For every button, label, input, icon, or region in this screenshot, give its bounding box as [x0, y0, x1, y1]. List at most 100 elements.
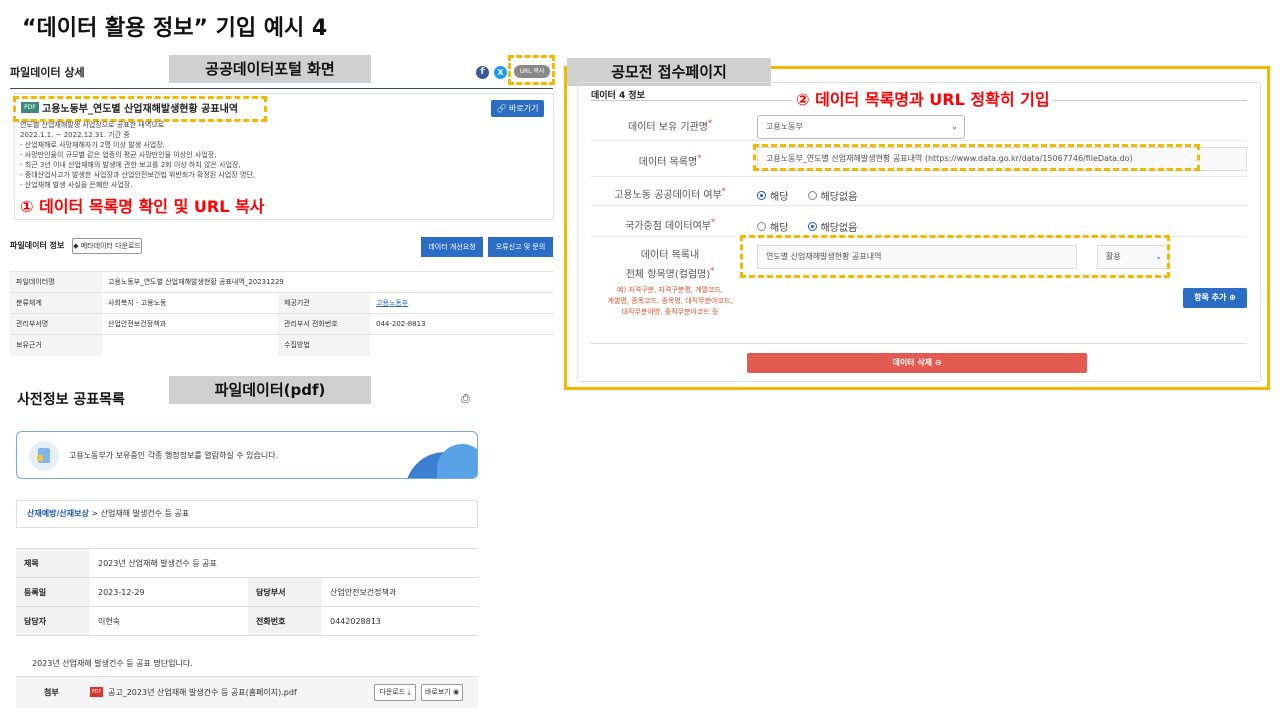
public-yes-label: 해당: [770, 192, 789, 203]
table-key: 전화번호: [248, 606, 322, 636]
org-select[interactable]: 고용노동부 ⌄: [757, 115, 965, 139]
tag-pdf: 파일데이터(pdf): [169, 376, 371, 404]
table-row: 제목 2023년 산업재해 발생건수 등 공표: [16, 548, 478, 578]
desc-line: - 사망만인율이 규모별 같은 업종의 평균 사망만인율 이상인 사업장,: [20, 151, 217, 159]
breadcrumb-link[interactable]: 산재예방/산재보상: [27, 509, 89, 518]
desc-line: - 최근 3년 이내 산업재해의 발생에 관한 보고를 2회 이상 하지 않은 …: [20, 161, 241, 169]
table-key: 담당자: [16, 606, 90, 636]
plus-circle-icon: ⊕: [1229, 293, 1236, 302]
table-key: 분류체계: [10, 292, 102, 314]
label-name: 데이터 목록명*: [638, 153, 702, 168]
goto-button[interactable]: 🔗 바로가기: [491, 100, 544, 117]
attach-label: 첨부: [44, 688, 59, 697]
x-share-icon[interactable]: X: [494, 66, 507, 79]
document-icon: [29, 441, 59, 471]
tag-icon: ◆: [73, 242, 79, 250]
desc-line: 연도별 산업재해발생 사업장으로 공표한 내역으로: [20, 121, 165, 129]
wave-decoration: [437, 444, 477, 478]
national-no-radio[interactable]: [807, 222, 817, 231]
label-items-line: 데이터 목록내: [640, 250, 700, 261]
label-items-line: 전체 항목명(컬럼명): [625, 269, 711, 281]
table-row: 분류체계 사회복지 - 고용노동 제공기관 고용노동부: [10, 292, 553, 314]
national-yes-radio[interactable]: [757, 222, 766, 231]
chevron-down-icon: ⌄: [951, 122, 958, 131]
facebook-icon[interactable]: f: [476, 66, 489, 79]
table-key: 등록일: [16, 577, 90, 607]
preview-label: 바로보기: [424, 688, 451, 696]
table-key: 제공기관: [278, 292, 370, 314]
national-yes-label: 해당: [770, 223, 789, 234]
url-copy-button[interactable]: URL 복사: [514, 65, 550, 78]
table-row: 담당자 이현숙 전화번호 0442028813: [16, 606, 478, 636]
breadcrumb: 산재예방/산재보상 > 산업재해 발생건수 등 공표: [16, 500, 478, 528]
body-text: 2023년 산업재해 발생건수 등 공표 명단입니다.: [32, 659, 193, 668]
dataset-description: 연도별 산업재해발생 사업장으로 공표한 내역으로 2022.1.1. ~ 20…: [20, 120, 360, 190]
table-value: 고용노동부_연도별 산업재해발생현황 공표내역_20231229: [102, 271, 553, 293]
table-value: 2023-12-29: [90, 577, 248, 607]
file-info-table: 파일데이터명 고용노동부_연도별 산업재해발생현황 공표내역_20231229 …: [10, 271, 553, 356]
label-org: 데이터 보유 기관명*: [628, 118, 712, 133]
attachment-row: 첨부 PDF 공고_2023년 산업재해 발생건수 등 공표(홈페이지).pdf…: [16, 676, 478, 708]
add-item-button[interactable]: 항목 추가 ⊕: [1183, 288, 1247, 308]
example-line: 대직무분야명, 중직무분야코드 등: [621, 308, 719, 316]
row-divider: [591, 176, 1247, 177]
national-no-label: 해당없음: [820, 223, 858, 234]
table-value: 이현숙: [90, 606, 248, 636]
panel-title: 파일데이터 상세: [10, 66, 85, 79]
label-name-text: 데이터 목록명: [638, 157, 698, 168]
table-value: 산업안전보건정책과: [102, 313, 278, 335]
national-radio-group: 해당 해당없음: [757, 216, 871, 235]
meta-download-button[interactable]: ◆ 메타데이터 다운로드: [72, 238, 142, 254]
desc-line: 2022.1.1. ~ 2022.12.31. 기간 중: [20, 131, 130, 139]
table-key: 보유근거: [10, 334, 102, 356]
public-no-radio[interactable]: [807, 191, 817, 200]
notice-table: 제목 2023년 산업재해 발생건수 등 공표 등록일 2023-12-29 담…: [16, 548, 478, 636]
preview-button[interactable]: 바로보기 ◉: [421, 684, 463, 701]
download-button[interactable]: 다운로드 ⤓: [374, 684, 416, 701]
print-icon[interactable]: ⎙: [461, 392, 470, 406]
meta-download-label: 메타데이터 다운로드: [80, 242, 141, 250]
report-error-button[interactable]: 오류신고 및 문의: [488, 237, 553, 257]
table-value: 산업안전보건정책과: [322, 577, 478, 607]
table-key: 담당부서: [248, 577, 322, 607]
note-step-2: ② 데이터 목록명과 URL 정확히 기입: [792, 86, 1054, 110]
breadcrumb-current: > 산업재해 발생건수 등 공표: [88, 509, 190, 518]
dataset-title: 고용노동부_연도별 산업재해발생현황 공표내역: [42, 104, 238, 115]
download-label: 다운로드: [379, 688, 406, 696]
label-national: 국가중점 데이터여부*: [625, 217, 715, 232]
table-value: 사회복지 - 고용노동: [102, 292, 278, 314]
tag-portal: 공공데이터포털 화면: [169, 55, 371, 83]
public-no-label: 해당없음: [820, 192, 858, 203]
provider-link[interactable]: 고용노동부: [370, 292, 553, 314]
row-divider: [591, 343, 1247, 344]
table-value: 2023년 산업재해 발생건수 등 공표: [90, 548, 478, 578]
desc-line: - 중대산업사고가 발생한 사업장과 산업안전보건법 위반죄가 확정된 사업장 …: [20, 171, 256, 179]
desc-line: - 산업재해로 사망재해자가 2명 이상 발생 사업장,: [20, 141, 165, 149]
panel-divider: [10, 88, 553, 89]
label-org-text: 데이터 보유 기관명: [628, 122, 708, 133]
eye-icon: ◉: [452, 688, 460, 696]
table-key: 관리부서명: [10, 313, 102, 335]
table-row: 등록일 2023-12-29 담당부서 산업안전보건정책과: [16, 577, 478, 607]
delete-label: 데이터 삭제: [892, 358, 933, 367]
slide-title: “데이터 활용 정보” 기입 예시 4: [22, 16, 328, 41]
example-line: 예) 자격구분, 자격구분명, 계열코드,: [616, 286, 724, 294]
link-icon: 🔗: [496, 104, 507, 113]
delete-data-button[interactable]: 데이터 삭제 ⊖: [747, 353, 1087, 373]
table-row: 관리부서명 산업안전보건정책과 관리부서 전화번호 044-202-8813: [10, 313, 553, 335]
public-yes-radio[interactable]: [757, 191, 766, 200]
add-item-label: 항목 추가: [1194, 293, 1227, 302]
row-divider: [591, 140, 1247, 141]
row-divider: [591, 205, 1247, 206]
dataset-name-highlight: [753, 144, 1200, 171]
items-example: 예) 자격구분, 자격구분명, 계열코드, 계열명, 종목코드, 종목명, 대직…: [588, 285, 752, 318]
minus-circle-icon: ⊖: [934, 358, 942, 367]
attach-filename[interactable]: 공고_2023년 산업재해 발생건수 등 공표(홈페이지).pdf: [108, 687, 297, 698]
table-key: 제목: [16, 548, 90, 578]
banner-text: 고용노동부가 보유중인 각종 행정정보를 열람하실 수 있습니다.: [69, 451, 279, 460]
improve-request-button[interactable]: 데이터 개선요청: [421, 237, 483, 257]
info-banner: 고용노동부가 보유중인 각종 행정정보를 열람하실 수 있습니다.: [16, 431, 478, 479]
table-row: 파일데이터명 고용노동부_연도별 산업재해발생현황 공표내역_20231229: [10, 271, 553, 293]
lower-heading: 사전정보 공표목록: [17, 392, 125, 408]
table-row: 보유근거 수집방법: [10, 334, 553, 356]
